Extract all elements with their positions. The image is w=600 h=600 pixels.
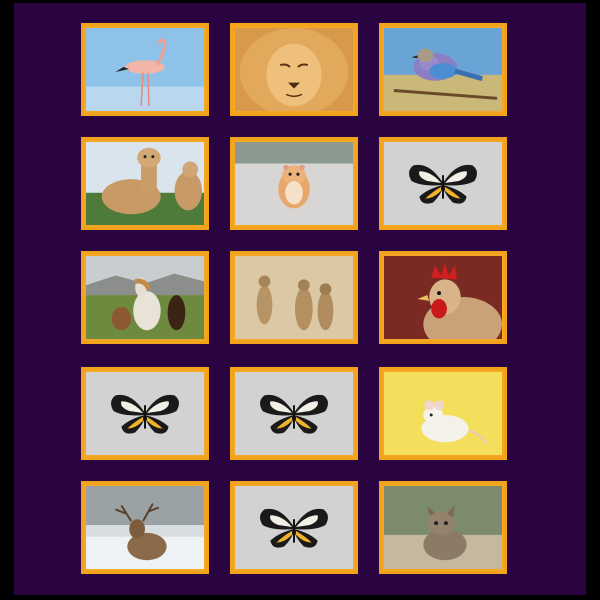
- card-horses[interactable]: [81, 251, 209, 344]
- card-meerkats[interactable]: [230, 251, 358, 344]
- card-roller-bird[interactable]: [379, 23, 507, 116]
- roller-bird-image: [384, 28, 502, 111]
- card-butterfly[interactable]: [379, 137, 507, 230]
- alpaca-image: [86, 142, 204, 225]
- card-alpaca[interactable]: [81, 137, 209, 230]
- card-lion[interactable]: [230, 23, 358, 116]
- butterfly-image: [235, 372, 353, 455]
- kitten-image: [384, 486, 502, 569]
- flamingo-image: [86, 28, 204, 111]
- card-butterfly[interactable]: [81, 367, 209, 460]
- card-butterfly[interactable]: [230, 481, 358, 574]
- horses-image: [86, 256, 204, 339]
- game-board: [14, 3, 586, 595]
- butterfly-image: [384, 142, 502, 225]
- card-rooster[interactable]: [379, 251, 507, 344]
- card-kitten[interactable]: [379, 481, 507, 574]
- butterfly-image: [86, 372, 204, 455]
- butterfly-image: [235, 486, 353, 569]
- lion-image: [235, 28, 353, 111]
- mouse-image: [384, 372, 502, 455]
- card-deer[interactable]: [81, 481, 209, 574]
- meerkats-image: [235, 256, 353, 339]
- card-mouse[interactable]: [379, 367, 507, 460]
- card-flamingo[interactable]: [81, 23, 209, 116]
- card-butterfly[interactable]: [230, 367, 358, 460]
- deer-image: [86, 486, 204, 569]
- hamster-image: [235, 142, 353, 225]
- rooster-image: [384, 256, 502, 339]
- card-hamster[interactable]: [230, 137, 358, 230]
